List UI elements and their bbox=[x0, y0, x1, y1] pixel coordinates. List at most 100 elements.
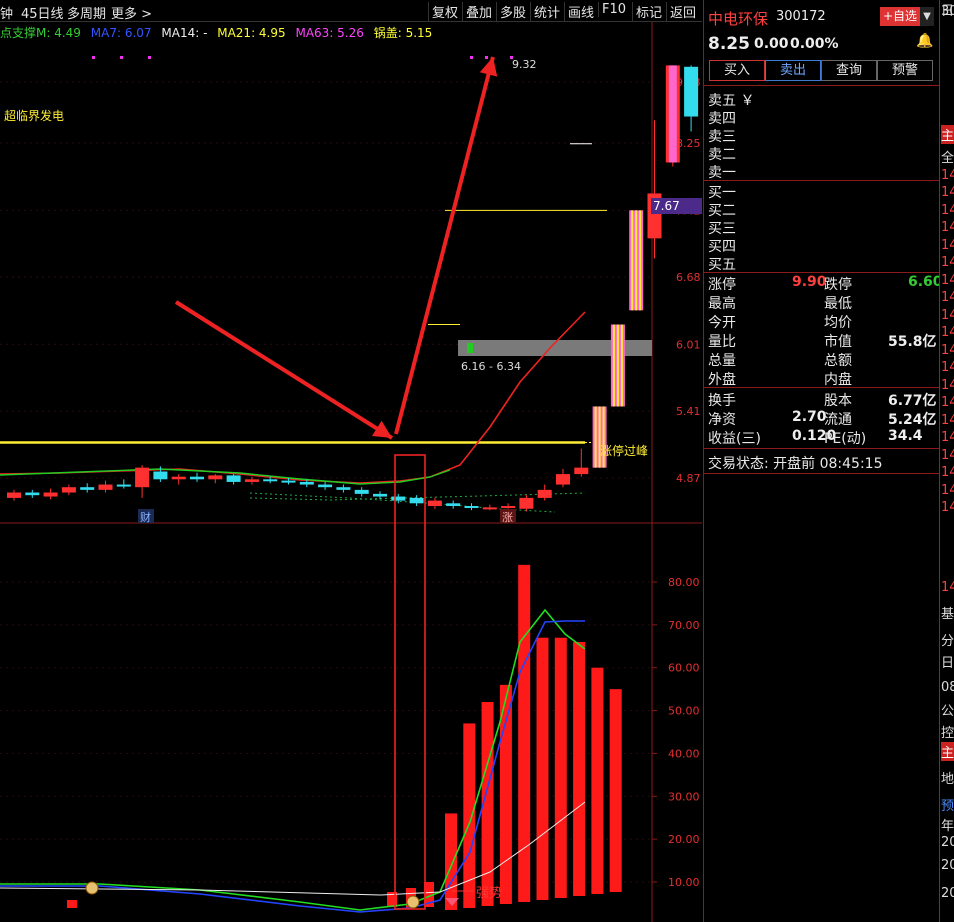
price-tick: 5.41 bbox=[676, 405, 701, 418]
indicator-bar bbox=[609, 689, 622, 892]
stat-0-2: 最低 bbox=[824, 296, 852, 312]
add-watchlist-button[interactable]: +自选 bbox=[880, 7, 920, 26]
coin-icon bbox=[406, 895, 420, 909]
side-item[interactable]: 14 bbox=[941, 465, 954, 480]
tb-multi-stock[interactable]: 多股 bbox=[496, 2, 529, 21]
kline-chart[interactable]: 9.088.257.426.686.015.414.8780.0070.0060… bbox=[0, 22, 702, 922]
side-item[interactable]: 控 bbox=[941, 722, 954, 741]
candle-body bbox=[537, 489, 552, 498]
tb-f10[interactable]: F10 bbox=[598, 2, 629, 17]
side-item[interactable]: 14 bbox=[941, 343, 954, 358]
side-item[interactable]: 日 bbox=[941, 0, 954, 19]
side-item[interactable]: 14 bbox=[941, 325, 954, 340]
side-item[interactable]: 主 bbox=[941, 742, 954, 761]
sub-tick-label: 80.00 bbox=[668, 576, 700, 589]
tb-overlay[interactable]: 叠加 bbox=[462, 2, 495, 21]
stat-3-0: 总量 bbox=[708, 353, 736, 369]
chart-toolbar: 钟 45日线 多周期 更多 > 复权 叠加 多股 统计 画线 F10 标记 返回 bbox=[0, 0, 702, 22]
side-item[interactable]: 14 bbox=[941, 580, 954, 595]
side-item[interactable]: 14 bbox=[941, 413, 954, 428]
stat-0-2: 股本 bbox=[824, 393, 852, 409]
side-item[interactable]: 预 bbox=[941, 795, 954, 814]
tb-adjust[interactable]: 复权 bbox=[428, 2, 461, 21]
side-item[interactable]: 日 bbox=[941, 652, 954, 671]
limit-up-value: 9.90 bbox=[792, 274, 827, 290]
k-line bbox=[0, 608, 586, 911]
side-item[interactable]: 公 bbox=[941, 700, 954, 719]
side-item[interactable]: 14 bbox=[941, 360, 954, 375]
stat-2-3: 55.8亿 bbox=[888, 334, 937, 350]
side-item[interactable]: 主 bbox=[941, 125, 954, 144]
side-item[interactable]: 14 bbox=[941, 395, 954, 410]
side-item[interactable]: 14 bbox=[941, 290, 954, 305]
side-item[interactable]: 14 bbox=[941, 308, 954, 323]
side-item[interactable]: 地 bbox=[941, 768, 954, 787]
stat-2-0: 量比 bbox=[708, 334, 736, 350]
price-change-pct: 0.00% bbox=[790, 36, 839, 52]
alert-button[interactable]: 预警 bbox=[877, 60, 933, 81]
side-item[interactable]: 20 bbox=[941, 886, 954, 901]
sub-tick-label: 50.00 bbox=[668, 705, 700, 718]
side-item[interactable]: 全 bbox=[941, 147, 954, 166]
tb-more[interactable]: 更多 > bbox=[111, 3, 152, 22]
stock-code: 300172 bbox=[776, 9, 826, 24]
bell-icon[interactable]: 🔔 bbox=[916, 33, 933, 49]
tb-stats[interactable]: 统计 bbox=[530, 2, 563, 21]
tb-multi-period[interactable]: 多周期 bbox=[67, 3, 106, 22]
query-button[interactable]: 查询 bbox=[821, 60, 877, 81]
sub-tick-label: 60.00 bbox=[668, 662, 700, 675]
buy-button[interactable]: 买入 bbox=[709, 60, 765, 81]
price-tick: 6.68 bbox=[676, 271, 701, 284]
side-item[interactable]: 08 bbox=[941, 680, 954, 695]
side-item[interactable]: 14 bbox=[941, 378, 954, 393]
side-item[interactable]: 年 bbox=[941, 815, 954, 834]
side-item[interactable]: 14 bbox=[941, 255, 954, 270]
price-change: 0.00 bbox=[754, 36, 789, 52]
side-list: 30主全141414141414141414141414141414141414… bbox=[939, 0, 954, 922]
side-item[interactable]: 14 bbox=[941, 273, 954, 288]
side-item[interactable]: 14 bbox=[941, 430, 954, 445]
side-item[interactable]: 14 bbox=[941, 448, 954, 463]
stat-1-3: 5.24亿 bbox=[888, 412, 937, 428]
side-item[interactable]: 基 bbox=[941, 603, 954, 622]
stat-0-3: 6.77亿 bbox=[888, 393, 937, 409]
d-line bbox=[0, 620, 585, 913]
cai-badge[interactable]: 财 bbox=[140, 510, 151, 524]
candle-body bbox=[336, 487, 351, 490]
candle-stripe bbox=[635, 210, 638, 311]
side-item[interactable]: 分 bbox=[941, 630, 954, 649]
stat-2-3: 34.4 bbox=[888, 428, 923, 444]
sell-button[interactable]: 卖出 bbox=[765, 60, 821, 81]
marker-dot bbox=[470, 56, 473, 59]
candle-body bbox=[43, 492, 58, 497]
tb-mark[interactable]: 标记 bbox=[632, 2, 665, 21]
candle-body bbox=[208, 475, 223, 480]
candle-body bbox=[409, 497, 424, 504]
tb-draw[interactable]: 画线 bbox=[564, 2, 597, 21]
candle-body bbox=[684, 66, 699, 117]
candle-body bbox=[61, 487, 76, 493]
side-item[interactable]: 14 bbox=[941, 220, 954, 235]
tb-minute[interactable]: 钟 bbox=[0, 3, 13, 22]
side-item[interactable]: 14 bbox=[941, 483, 954, 498]
indicator-bar bbox=[445, 813, 457, 910]
zhang-badge[interactable]: 涨 bbox=[502, 511, 513, 524]
side-item[interactable]: 14 bbox=[941, 203, 954, 218]
candle-body bbox=[373, 493, 387, 497]
side-item[interactable]: 14 bbox=[941, 500, 954, 515]
side-item[interactable]: 20 bbox=[941, 835, 954, 850]
chevron-down-icon[interactable]: ▼ bbox=[920, 7, 934, 26]
limit-down-label: 跌停 bbox=[824, 277, 852, 293]
side-item[interactable]: 14 bbox=[941, 168, 954, 183]
range-label: 6.16 - 6.34 bbox=[461, 360, 521, 373]
side-item[interactable]: 14 bbox=[941, 238, 954, 253]
sub-tick-label: 70.00 bbox=[668, 619, 700, 632]
stat-4-0: 外盘 bbox=[708, 372, 736, 388]
side-item[interactable]: 14 bbox=[941, 185, 954, 200]
candle-stripe bbox=[668, 65, 677, 163]
tb-back[interactable]: 返回 bbox=[666, 2, 699, 21]
side-item[interactable]: 20 bbox=[941, 858, 954, 873]
candle-body bbox=[299, 481, 314, 485]
arrow-down bbox=[174, 300, 394, 440]
tb-ma45[interactable]: 45日线 bbox=[21, 3, 64, 22]
